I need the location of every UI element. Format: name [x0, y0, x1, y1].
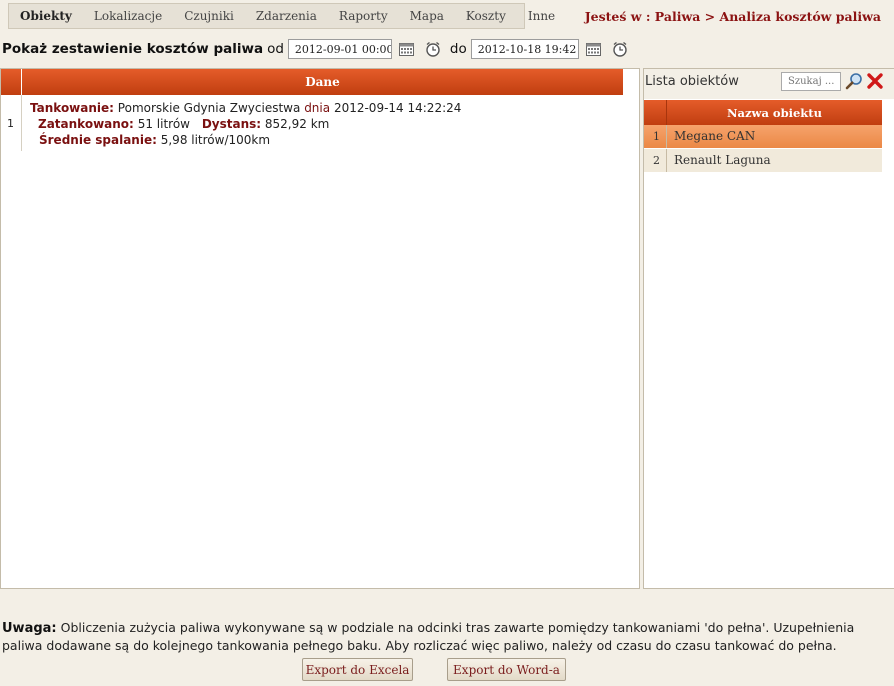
- object-row-megane[interactable]: 1 Megane CAN: [644, 125, 882, 148]
- note-label: Uwaga:: [2, 621, 57, 636]
- avg-consumption-value: 5,98 litrów/100km: [160, 133, 271, 147]
- date-word: dnia: [304, 101, 331, 115]
- from-label: od: [267, 41, 284, 57]
- nav-item-koszty[interactable]: Koszty: [455, 9, 517, 23]
- breadcrumb: Jesteś w : Paliwa > Analiza kosztów pali…: [584, 9, 881, 24]
- fuel-calculation-note: Uwaga: Obliczenia zużycia paliwa wykonyw…: [2, 619, 882, 654]
- search-input[interactable]: [781, 72, 841, 91]
- close-icon[interactable]: [866, 72, 884, 93]
- object-list-header: Nazwa obiektu: [644, 100, 882, 125]
- filter-title: Pokaż zestawienie kosztów paliwa: [2, 41, 264, 57]
- object-name-column-header[interactable]: Nazwa obiektu: [667, 100, 882, 125]
- object-list-toolbar: Lista obiektów: [644, 69, 894, 99]
- fuel-distance-line: Zatankowano: 51 litrów Dystans: 852,92 k…: [30, 116, 461, 132]
- calendar-icon[interactable]: [585, 40, 603, 58]
- search-icon[interactable]: [845, 72, 863, 93]
- clock-icon[interactable]: [424, 40, 442, 58]
- refuel-location: Pomorskie Gdynia Zwyciestwa: [117, 101, 301, 115]
- fueled-value: 51 litrów: [137, 117, 190, 131]
- row-number-header: [1, 69, 21, 95]
- object-row-laguna[interactable]: 2 Renault Laguna: [644, 149, 882, 172]
- fueled-label: Zatankowano:: [38, 117, 134, 131]
- nav-item-lokalizacje[interactable]: Lokalizacje: [83, 9, 173, 23]
- object-list-title: Lista obiektów: [645, 74, 739, 89]
- refuel-line: Tankowanie: Pomorskie Gdynia Zwyciestwa …: [30, 100, 461, 116]
- to-label: do: [449, 41, 467, 57]
- clock-icon[interactable]: [611, 40, 629, 58]
- note-text: Obliczenia zużycia paliwa wykonywane są …: [2, 620, 855, 653]
- object-name: Megane CAN: [674, 129, 756, 143]
- nav-item-zdarzenia[interactable]: Zdarzenia: [245, 9, 328, 23]
- row-number-divider: [21, 95, 22, 151]
- data-column-header: Dane: [22, 69, 623, 95]
- nav-item-raporty[interactable]: Raporty: [328, 9, 399, 23]
- export-excel-button[interactable]: Export do Excela: [302, 658, 413, 681]
- date-to-input[interactable]: [470, 39, 579, 59]
- avg-consumption-line: Średnie spalanie: 5,98 litrów/100km: [30, 132, 461, 148]
- date-from-input[interactable]: [287, 39, 392, 59]
- data-panel: Dane 1 Tankowanie: Pomorskie Gdynia Zwyc…: [0, 68, 640, 589]
- nav-item-mapa[interactable]: Mapa: [399, 9, 455, 23]
- avg-consumption-label: Średnie spalanie:: [39, 133, 157, 147]
- table-row: Tankowanie: Pomorskie Gdynia Zwyciestwa …: [30, 100, 461, 148]
- distance-label: Dystans:: [201, 117, 262, 131]
- row-number: 1: [7, 117, 14, 130]
- calendar-icon[interactable]: [398, 40, 416, 58]
- object-list-panel: Lista obiektów Nazwa obiektu 1 Megane CA…: [643, 68, 894, 589]
- refuel-datetime: 2012-09-14 14:22:24: [333, 101, 462, 115]
- object-name: Renault Laguna: [674, 153, 771, 167]
- distance-value: 852,92 km: [264, 117, 330, 131]
- export-word-button[interactable]: Export do Word-a: [447, 658, 566, 681]
- nav-item-czujniki[interactable]: Czujniki: [173, 9, 245, 23]
- row-divider: [666, 149, 667, 172]
- main-nav: Obiekty Lokalizacje Czujniki Zdarzenia R…: [8, 3, 555, 29]
- nav-item-inne[interactable]: Inne: [517, 9, 566, 23]
- nav-item-obiekty[interactable]: Obiekty: [9, 9, 83, 23]
- date-filter: Pokaż zestawienie kosztów paliwa od do: [2, 38, 629, 60]
- object-row-number: 1: [653, 130, 660, 143]
- object-row-number: 2: [653, 154, 660, 167]
- row-divider: [666, 125, 667, 148]
- refuel-label: Tankowanie:: [30, 101, 114, 115]
